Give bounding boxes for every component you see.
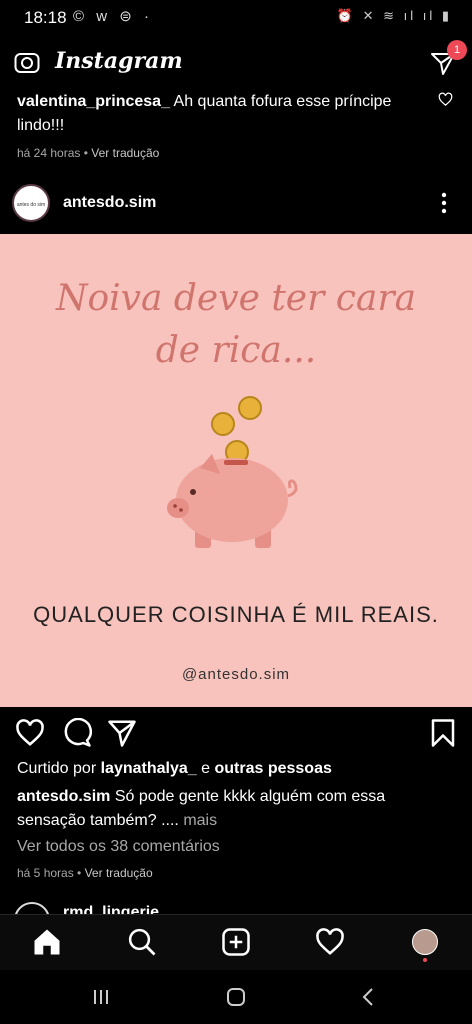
- next-post-username[interactable]: rmd_lingerie: [63, 904, 159, 914]
- recent-apps-icon[interactable]: [86, 982, 116, 1012]
- new-post-icon[interactable]: [221, 927, 251, 957]
- liked-by-prefix: Curtido por: [17, 760, 97, 777]
- liked-by-user[interactable]: laynathalya_: [101, 760, 197, 777]
- profile-notification-dot: [423, 958, 427, 962]
- view-all-comments[interactable]: Ver todos os 38 comentários: [17, 838, 220, 856]
- next-post-avatar[interactable]: [14, 902, 50, 914]
- post-time: há 5 horas: [17, 866, 74, 880]
- post-translate-link[interactable]: Ver tradução: [85, 866, 153, 880]
- post-caption: antesdo.sim Só pode gente kkkk alguém co…: [17, 785, 437, 833]
- next-post-header: rmd_lingerie: [0, 900, 472, 914]
- notification-icons: © w ⊜ ·: [73, 8, 153, 25]
- more-options-icon[interactable]: [434, 190, 454, 216]
- comment-meta: há 24 horas • Ver tradução: [17, 146, 160, 160]
- bottom-tab-bar: [0, 914, 472, 971]
- home-nav-icon[interactable]: [221, 982, 251, 1012]
- comment-username[interactable]: valentina_princesa_: [17, 93, 170, 110]
- dm-badge: 1: [447, 40, 467, 60]
- comment-item: valentina_princesa_ Ah quanta fofura ess…: [17, 90, 427, 138]
- caption-username[interactable]: antesdo.sim: [17, 788, 110, 805]
- post-header: antes do sim antesdo.sim: [0, 178, 472, 232]
- translate-link[interactable]: Ver tradução: [91, 146, 159, 160]
- comment-time: há 24 horas: [17, 146, 81, 160]
- caption-more-link[interactable]: mais: [183, 812, 217, 829]
- save-icon[interactable]: [428, 718, 458, 748]
- comment-icon[interactable]: [62, 718, 92, 748]
- comment-like-icon[interactable]: [438, 92, 453, 107]
- liked-by: Curtido por laynathalya_ e outras pessoa…: [17, 760, 332, 778]
- system-icons: ⏰ ✕ ≋ ıl ıl ▮: [336, 8, 452, 23]
- liked-by-others[interactable]: outras pessoas: [214, 760, 331, 777]
- app-logo: Instagram: [55, 48, 183, 74]
- profile-avatar[interactable]: [412, 929, 438, 955]
- status-bar: 18:18 © w ⊜ · ⏰ ✕ ≋ ıl ıl ▮: [0, 0, 472, 36]
- image-headline-line1: Noiva deve ter cara: [55, 278, 417, 319]
- post-meta: há 5 horas • Ver tradução: [17, 866, 153, 880]
- image-headline-line2: de rica...: [155, 330, 317, 371]
- back-icon[interactable]: [353, 982, 383, 1012]
- avatar[interactable]: antes do sim: [12, 184, 50, 222]
- post-actions: [0, 712, 472, 756]
- share-icon[interactable]: [107, 718, 137, 748]
- app-header: Instagram 1: [0, 36, 472, 90]
- image-subline: QUALQUER COISINHA É MIL REAIS.: [33, 602, 439, 627]
- camera-icon[interactable]: [14, 50, 40, 74]
- status-time: 18:18: [24, 8, 67, 27]
- liked-by-mid: e: [201, 760, 211, 777]
- piggy-bank-illustration: [167, 396, 298, 548]
- post-username[interactable]: antesdo.sim: [63, 194, 156, 212]
- search-icon[interactable]: [127, 927, 157, 957]
- home-icon[interactable]: [32, 927, 62, 957]
- like-icon[interactable]: [15, 718, 45, 748]
- image-handle: @antesdo.sim: [181, 666, 291, 683]
- system-nav-bar: [0, 970, 472, 1024]
- post-image[interactable]: Noiva deve ter cara de rica... QUALQUER …: [0, 234, 472, 707]
- activity-icon[interactable]: [315, 927, 345, 957]
